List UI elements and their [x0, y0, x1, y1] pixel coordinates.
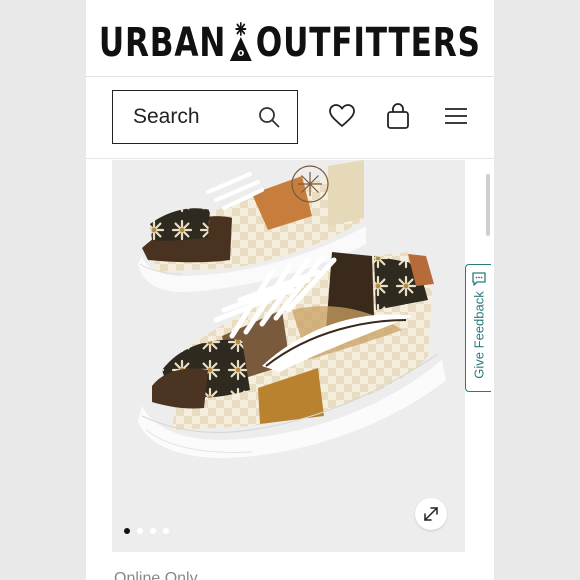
tent-star-icon — [230, 22, 253, 61]
carousel-dot-4[interactable] — [163, 528, 169, 534]
search-icon[interactable] — [257, 105, 281, 129]
left-background — [0, 0, 86, 580]
right-background — [494, 0, 580, 580]
brand-header[interactable]: URBAN OUTFITTERS — [86, 12, 494, 74]
expand-image-button[interactable] — [415, 498, 447, 530]
expand-arrows-icon — [424, 507, 438, 521]
carousel-dot-1[interactable] — [124, 528, 130, 534]
bag-icon[interactable] — [384, 102, 412, 130]
mobile-page: URBAN OUTFITTERS Search Online Only — [86, 0, 494, 580]
give-feedback-label: Give Feedback — [471, 291, 486, 379]
give-feedback-tab[interactable]: Give Feedback — [465, 264, 491, 392]
hamburger-menu-icon[interactable] — [442, 102, 470, 130]
page-scrollbar[interactable] — [486, 174, 490, 236]
search-input[interactable]: Search — [112, 90, 298, 144]
chat-feedback-icon — [472, 272, 486, 286]
brand-word-right: OUTFITTERS — [255, 20, 481, 66]
brand-word-left: URBAN — [99, 20, 227, 66]
product-subtitle-partial: Online Only — [114, 570, 198, 580]
search-label: Search — [133, 105, 200, 128]
brand-logo[interactable]: URBAN OUTFITTERS — [99, 20, 481, 66]
heart-icon[interactable] — [328, 102, 356, 130]
carousel-dots — [124, 528, 169, 534]
header-divider — [86, 76, 494, 77]
toolbar-divider — [86, 158, 494, 159]
carousel-dot-3[interactable] — [150, 528, 156, 534]
carousel-dot-2[interactable] — [137, 528, 143, 534]
product-image-gallery[interactable] — [112, 160, 465, 552]
header-toolbar: Search — [86, 88, 494, 148]
sneaker-product-image — [112, 160, 465, 552]
